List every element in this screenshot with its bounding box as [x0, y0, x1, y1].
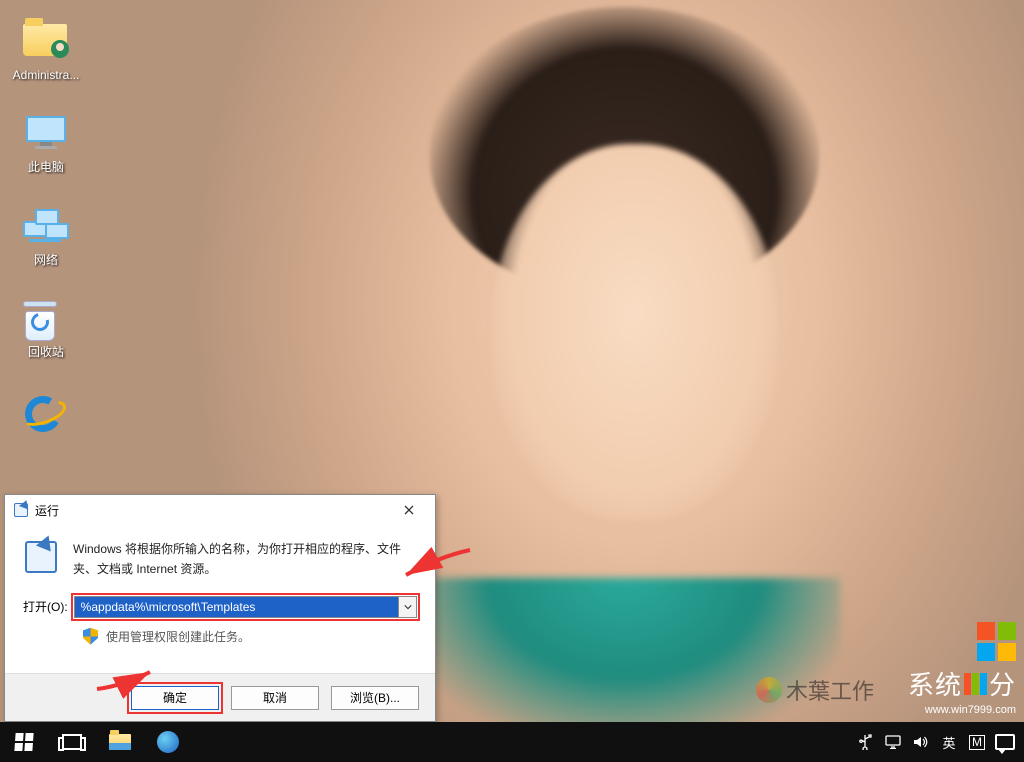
folder-icon — [23, 24, 67, 56]
close-button[interactable] — [389, 497, 429, 523]
file-explorer-icon — [109, 734, 131, 750]
tray-ime-mode[interactable]: M — [964, 722, 990, 762]
shield-icon — [83, 628, 98, 645]
recycle-bin-icon — [23, 301, 69, 341]
task-view-button[interactable] — [48, 722, 96, 762]
computer-icon — [23, 116, 69, 156]
tray-ime-language[interactable]: 英 — [936, 722, 962, 762]
desktop-icon-label: 此电脑 — [10, 160, 82, 174]
windows-logo-icon — [977, 622, 1016, 661]
run-icon — [23, 539, 59, 575]
edge-icon — [157, 731, 179, 753]
close-icon — [404, 505, 414, 515]
desktop-icon-label: 网络 — [10, 253, 82, 267]
muye-logo-icon — [756, 677, 782, 703]
run-icon — [13, 502, 29, 518]
combobox-dropdown-button[interactable] — [398, 597, 416, 617]
network-icon — [23, 209, 69, 249]
watermark-url: www.win7999.com — [908, 704, 1016, 716]
start-button[interactable] — [0, 722, 48, 762]
ok-button[interactable]: 确定 — [131, 686, 219, 710]
windows-logo-icon — [14, 733, 33, 751]
desktop-icon-label: Administra... — [10, 68, 82, 82]
watermark-text: 系统 — [908, 665, 962, 702]
admin-note: 使用管理权限创建此任务。 — [106, 628, 250, 645]
desktop-icon-network[interactable]: 网络 — [10, 209, 82, 267]
desktop-icon-label: 回收站 — [10, 345, 82, 359]
desktop-icon-grid: Administra... 此电脑 网络 回收站 — [10, 18, 82, 468]
open-combobox[interactable] — [74, 596, 417, 618]
watermark-muye: 木葉工作 — [756, 674, 874, 706]
cancel-button[interactable]: 取消 — [231, 686, 319, 710]
usb-icon — [858, 734, 872, 750]
action-center-icon — [995, 734, 1015, 750]
run-dialog-title: 运行 — [35, 502, 389, 519]
run-dialog-button-row: 确定 取消 浏览(B)... — [5, 673, 435, 721]
desktop-icon-this-pc[interactable]: 此电脑 — [10, 116, 82, 174]
taskbar-app-file-explorer[interactable] — [96, 722, 144, 762]
open-label: 打开(O): — [23, 598, 68, 615]
speaker-icon — [913, 735, 929, 749]
watermark-text: 分 — [989, 665, 1016, 702]
desktop-icon-administrator[interactable]: Administra... — [10, 24, 82, 82]
internet-explorer-icon — [23, 394, 69, 434]
task-view-icon — [62, 734, 82, 750]
taskbar: 英 M — [0, 722, 1024, 762]
watermark-brand: 系统 分 www.win7999.com — [908, 622, 1016, 716]
browse-button[interactable]: 浏览(B)... — [331, 686, 419, 710]
desktop-icon-recycle-bin[interactable]: 回收站 — [10, 301, 82, 359]
run-dialog-description: Windows 将根据你所输入的名称，为你打开相应的程序、文件夹、文档或 Int… — [73, 539, 417, 580]
monitor-icon — [885, 735, 901, 749]
tray-action-center[interactable] — [992, 722, 1018, 762]
tray-network-icon[interactable] — [880, 722, 906, 762]
taskbar-app-edge[interactable] — [144, 722, 192, 762]
chevron-down-icon — [404, 603, 412, 611]
open-input[interactable] — [75, 597, 398, 617]
run-dialog: 运行 Windows 将根据你所输入的名称，为你打开相应的程序、文件夹、文档或 … — [4, 494, 436, 722]
run-dialog-titlebar[interactable]: 运行 — [5, 495, 435, 525]
desktop-icon-internet-explorer[interactable] — [10, 394, 82, 434]
tray-usb-icon[interactable] — [852, 722, 878, 762]
tray-volume-icon[interactable] — [908, 722, 934, 762]
